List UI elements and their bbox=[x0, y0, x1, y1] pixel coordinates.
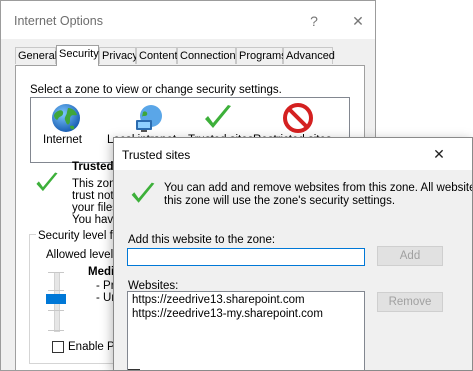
check-icon bbox=[36, 172, 58, 192]
zone-label-internet: Internet bbox=[43, 134, 82, 146]
zone-internet[interactable]: Internet bbox=[35, 100, 97, 160]
enable-protected-mode-checkbox[interactable] bbox=[52, 341, 64, 353]
close-button[interactable]: ✕ bbox=[428, 145, 450, 163]
help-button[interactable]: ? bbox=[303, 12, 325, 30]
list-item[interactable]: https://zeedrive13-my.sharepoint.com bbox=[132, 308, 323, 320]
tab-strip: General Security Privacy Content Connect… bbox=[15, 45, 365, 66]
trusted-sites-dialog: Trusted sites ✕ You can add and remove w… bbox=[113, 137, 473, 371]
slider-tick bbox=[48, 290, 64, 291]
globe-icon bbox=[52, 104, 80, 132]
list-item[interactable]: https://zeedrive13.sharepoint.com bbox=[132, 294, 305, 306]
info-message-line: You can add and remove websites from thi… bbox=[164, 182, 473, 194]
close-button[interactable]: ✕ bbox=[347, 12, 369, 30]
title-bar: Internet Options ? ✕ bbox=[1, 1, 375, 39]
network-icon bbox=[136, 105, 162, 132]
tab-security[interactable]: Security bbox=[56, 45, 99, 66]
tab-content[interactable]: Content bbox=[136, 47, 178, 64]
tab-connections[interactable]: Connections bbox=[177, 47, 241, 64]
slider-tick bbox=[48, 330, 64, 331]
add-button[interactable]: Add bbox=[377, 246, 443, 266]
tab-programs[interactable]: Programs bbox=[236, 47, 287, 64]
slider-tick bbox=[48, 272, 64, 273]
check-icon bbox=[205, 105, 231, 128]
add-website-label: Add this website to the zone: bbox=[128, 234, 276, 246]
level-description-line: - Pr bbox=[96, 280, 115, 292]
window-title: Internet Options bbox=[14, 14, 103, 28]
info-message-line: this zone will use the zone's security s… bbox=[164, 195, 396, 207]
zone-prompt: Select a zone to view or change security… bbox=[30, 84, 282, 96]
slider-thumb[interactable] bbox=[46, 294, 66, 304]
add-website-input[interactable] bbox=[127, 248, 365, 266]
dialog-title-bar: Trusted sites ✕ bbox=[114, 138, 472, 170]
remove-button[interactable]: Remove bbox=[377, 292, 443, 312]
tab-general[interactable]: General bbox=[15, 47, 57, 64]
check-icon bbox=[131, 182, 155, 203]
dialog-title: Trusted sites bbox=[122, 148, 191, 162]
slider-tick bbox=[48, 310, 64, 311]
tab-privacy[interactable]: Privacy bbox=[99, 47, 138, 64]
tab-advanced[interactable]: Advanced bbox=[283, 47, 335, 64]
websites-list[interactable]: https://zeedrive13.sharepoint.com https:… bbox=[127, 291, 365, 370]
no-entry-icon bbox=[283, 103, 313, 133]
